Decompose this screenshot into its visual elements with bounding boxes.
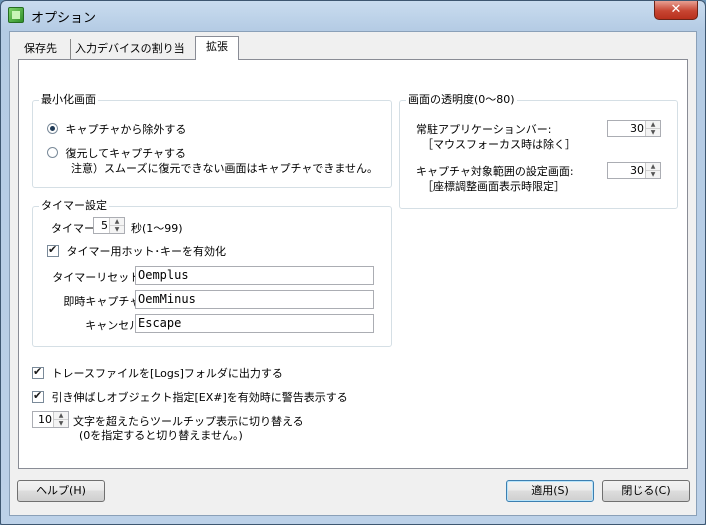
trace-file-checkbox-label: トレースファイルを[Logs]フォルダに出力する xyxy=(51,367,283,380)
window-title: オプション xyxy=(31,11,97,26)
apply-button[interactable]: 適用(S) xyxy=(506,480,594,502)
stretch-warning-checkbox-label: 引き伸ばしオブジェクト指定[EX#]を有効時に警告表示する xyxy=(51,391,348,404)
stretch-warning-checkbox[interactable]: 引き伸ばしオブジェクト指定[EX#]を有効時に警告表示する xyxy=(32,389,348,405)
spin-down-icon[interactable]: ▼ xyxy=(646,171,660,178)
radio-restore-label: 復元してキャプチャする xyxy=(65,147,187,160)
timer-unit: 秒(1〜99) xyxy=(131,222,183,235)
capture-area-sublabel: ［座標調整画面表示時限定］ xyxy=(422,180,565,193)
cancel-key-input[interactable]: Escape xyxy=(135,314,374,333)
radio-exclude-from-capture[interactable]: キャプチャから除外する xyxy=(47,121,186,137)
timer-label: タイマー: xyxy=(51,222,99,235)
capture-area-transparency-value: 30 xyxy=(630,164,644,177)
radio-exclude-indicator[interactable] xyxy=(47,123,58,134)
restore-note: 注意）スムーズに復元できない画面はキャプチャできません。 xyxy=(71,162,379,175)
spin-up-icon[interactable]: ▲ xyxy=(110,218,124,226)
help-button[interactable]: ヘルプ(H) xyxy=(17,480,105,502)
capture-area-transparency-spinner[interactable]: 30 ▲ ▼ xyxy=(607,162,661,179)
tab-panel-extended: 最小化画面 キャプチャから除外する 復元してキャプチャする 注意）スムーズに復元… xyxy=(18,59,688,469)
radio-restore-and-capture[interactable]: 復元してキャプチャする xyxy=(47,145,186,161)
hotkey-checkbox[interactable]: タイマー用ホット･キーを有効化 xyxy=(47,243,226,259)
timer-group: タイマー設定 タイマー: 5 ▲▼ 秒(1〜99) タイマー用ホット･キーを有効… xyxy=(32,200,392,347)
tooltip-length-spinner[interactable]: 10 ▲ ▼ xyxy=(32,411,69,428)
close-icon: ✕ xyxy=(670,2,682,17)
immediate-capture-label: 即時キャプチャ: xyxy=(63,295,144,308)
close-button[interactable]: 閉じる(C) xyxy=(602,480,690,502)
app-icon xyxy=(8,7,24,23)
dialog-client: 保存先 入力デバイスの割り当て 拡張 最小化画面 キャプチャから除外する 復元し… xyxy=(9,31,697,516)
spin-down-icon[interactable]: ▼ xyxy=(646,129,660,136)
title-bar[interactable]: オプション ✕ xyxy=(1,1,705,29)
spin-up-icon[interactable]: ▲ xyxy=(54,412,68,420)
transparency-group: 画面の透明度(0〜80) 常駐アプリケーションバー: ［マウスフォーカス時は除く… xyxy=(399,94,678,209)
minimize-group-title: 最小化画面 xyxy=(39,93,98,106)
capture-spinner-arrows[interactable]: ▲ ▼ xyxy=(645,163,660,178)
tooltip-spinner-arrows[interactable]: ▲ ▼ xyxy=(53,412,68,427)
hotkey-checkbox-box[interactable] xyxy=(47,243,59,257)
appbar-transparency-value: 30 xyxy=(630,122,644,135)
spin-down-icon[interactable]: ▼ xyxy=(54,420,68,427)
appbar-transparency-spinner[interactable]: 30 ▲ ▼ xyxy=(607,120,661,137)
capture-area-label: キャプチャ対象範囲の設定画面: xyxy=(416,165,574,178)
trace-file-checkbox[interactable]: トレースファイルを[Logs]フォルダに出力する xyxy=(32,365,283,381)
tab-save-location[interactable]: 保存先 xyxy=(20,39,70,59)
minimize-group: 最小化画面 キャプチャから除外する 復元してキャプチャする 注意）スムーズに復元… xyxy=(32,94,392,188)
transparency-group-title: 画面の透明度(0〜80) xyxy=(406,93,517,106)
radio-restore-indicator[interactable] xyxy=(47,147,58,158)
spin-up-icon[interactable]: ▲ xyxy=(646,163,660,171)
spin-up-icon[interactable]: ▲ xyxy=(646,121,660,129)
timer-spinner-arrows[interactable]: ▲ ▼ xyxy=(109,218,124,233)
spin-down-icon[interactable]: ▼ xyxy=(110,226,124,233)
tab-input-devices[interactable]: 入力デバイスの割り当て xyxy=(70,39,194,75)
timer-reset-label: タイマーリセット: xyxy=(52,271,144,284)
radio-exclude-label: キャプチャから除外する xyxy=(65,123,187,136)
appbar-sublabel: ［マウスフォーカス時は除く］ xyxy=(422,138,576,151)
trace-file-checkbox-box[interactable] xyxy=(32,365,44,379)
tab-extended[interactable]: 拡張 xyxy=(195,36,239,60)
timer-seconds-spinner[interactable]: 5 ▲ ▼ xyxy=(93,217,125,234)
immediate-capture-key-input[interactable]: OemMinus xyxy=(135,290,374,309)
appbar-spinner-arrows[interactable]: ▲ ▼ xyxy=(645,121,660,136)
timer-group-title: タイマー設定 xyxy=(39,199,109,212)
close-window-button[interactable]: ✕ xyxy=(654,1,698,20)
stretch-warning-checkbox-box[interactable] xyxy=(32,389,44,403)
timer-reset-key-input[interactable]: Oemplus xyxy=(135,266,374,285)
tooltip-length-note: (0を指定すると切り替えません。) xyxy=(79,429,243,442)
appbar-label: 常駐アプリケーションバー: xyxy=(416,123,552,136)
options-window: オプション ✕ 保存先 入力デバイスの割り当て 拡張 最小化画面 キャプチャから… xyxy=(0,0,706,525)
hotkey-checkbox-label: タイマー用ホット･キーを有効化 xyxy=(66,245,227,258)
timer-seconds-value: 5 xyxy=(101,219,108,232)
tooltip-length-value: 10 xyxy=(38,413,52,426)
